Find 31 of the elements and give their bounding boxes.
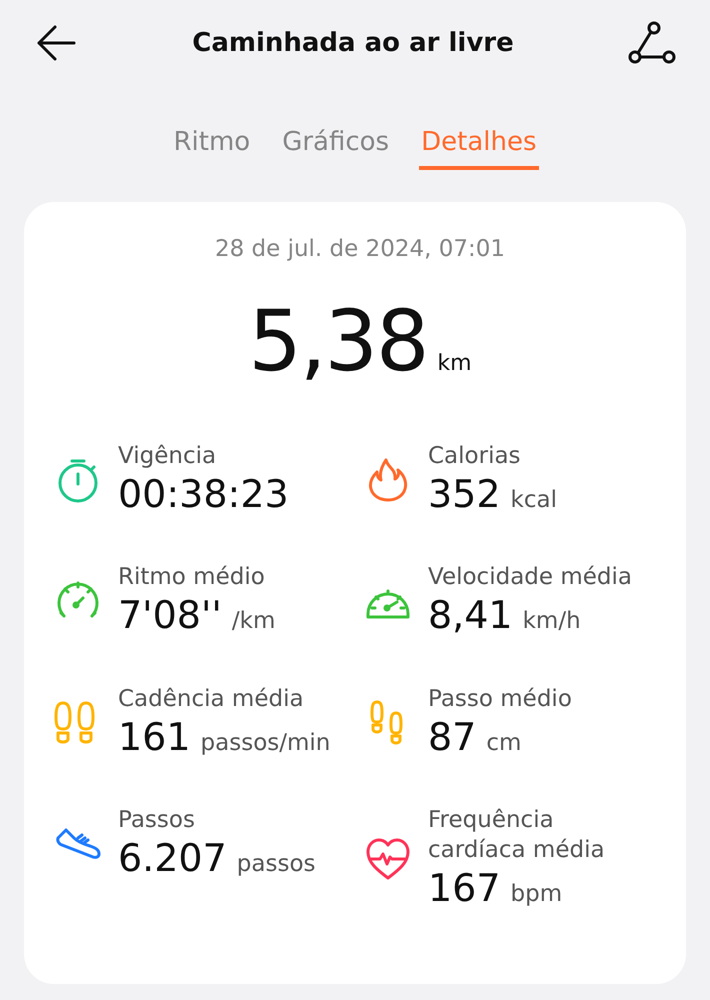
stat-unit: bpm [510, 881, 562, 908]
stat-label: Passo médio [428, 684, 572, 714]
stat-value: 352 [428, 472, 501, 518]
workout-date: 28 de jul. de 2024, 07:01 [214, 236, 506, 262]
stat-unit: km/h [522, 608, 581, 634]
stat-label: Ritmo médio [118, 563, 266, 592]
tab[interactable]: Gráficos [280, 124, 392, 170]
stat-unit: passos/min [200, 730, 330, 756]
tab[interactable]: Ritmo [171, 124, 252, 170]
stat-unit: cm [486, 730, 522, 756]
stat-unit: /km [232, 608, 276, 634]
stat-label: Velocidade média [428, 563, 632, 592]
stat-value: 167 [428, 866, 501, 912]
stat-value: 7'08'' [118, 593, 222, 639]
stat-label: Vigência [118, 442, 218, 471]
distance-unit: km [437, 351, 472, 376]
stat-label: Cadência média [118, 684, 305, 714]
page-title: Caminhada ao ar livre [192, 28, 514, 58]
stat-label: Frequência cardíaca média [428, 806, 606, 866]
stat-unit: passos [236, 851, 316, 878]
stat-label: Calorias [428, 442, 522, 471]
stat-value: 6.207 [118, 836, 227, 882]
stat-value: 8,41 [428, 593, 513, 639]
stat-value: 87 [428, 714, 476, 760]
stat-label: Passos [118, 806, 196, 836]
stat-unit: kcal [510, 486, 557, 513]
stat-value: 161 [118, 714, 191, 760]
distance-value: 5,38 [248, 292, 428, 390]
stat-value: 00:38:23 [118, 472, 289, 518]
route-icon[interactable] [628, 21, 676, 65]
tab[interactable]: Detalhes [419, 124, 538, 170]
